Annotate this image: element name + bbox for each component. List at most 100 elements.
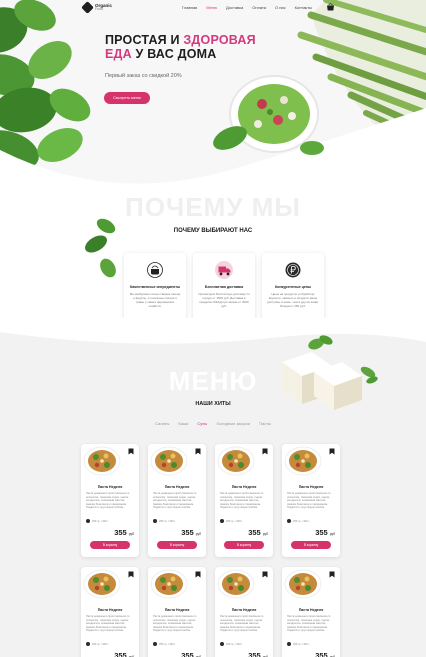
main-nav: Главная Меню Доставка Оплата О нас Конта… xyxy=(182,5,312,10)
ruble-coin-icon xyxy=(284,261,302,279)
feature-title: Конкурентные цены xyxy=(274,285,312,289)
hero-title: ПРОСТАЯ И ЗДОРОВАЯ ЕДА У ВАС ДОМА xyxy=(105,33,275,61)
product-name: Паста Неделя xyxy=(97,485,123,489)
product-weight: 250 гр. / 320 г. xyxy=(287,642,310,646)
nav-item-payment[interactable]: Оплата xyxy=(252,5,266,10)
price-value: 355 xyxy=(315,651,328,657)
shopping-bag-icon[interactable] xyxy=(326,3,335,11)
product-description: Паста домашнего приготовления со шпинато… xyxy=(86,615,130,632)
feature-text: Мы выбираем только свежие овощи и фрукты… xyxy=(129,292,181,309)
price-value: 355 xyxy=(248,651,261,657)
price-value: 355 xyxy=(315,528,328,537)
menu-background-word: МЕНЮ xyxy=(168,366,258,396)
product-card[interactable]: Паста Неделя Паста домашнего приготовлен… xyxy=(148,567,206,657)
tab-cold-starters[interactable]: Холодные закуски xyxy=(216,421,250,426)
hero-subtitle: Первый заказ со скидкой 20% xyxy=(105,73,182,79)
weight-text: 250 гр. / 320 г. xyxy=(293,642,310,646)
favorite-bookmark-icon[interactable] xyxy=(195,571,201,578)
price-currency: руб xyxy=(262,532,268,536)
product-weight: 250 гр. / 320 г. xyxy=(220,519,243,523)
tab-porridge[interactable]: Каши xyxy=(178,421,188,426)
weight-text: 250 гр. / 320 г. xyxy=(92,642,109,646)
product-card[interactable]: Паста Неделя Паста домашнего приготовлен… xyxy=(148,444,206,557)
feature-text: Цены на продукты и обработку вкусного, с… xyxy=(267,292,319,309)
salad-bowl-illustration xyxy=(213,75,324,155)
dish-image xyxy=(150,446,188,476)
brand-logo[interactable]: Organic Food xyxy=(81,1,112,14)
nav-item-menu[interactable]: Меню xyxy=(206,5,217,10)
product-weight: 250 гр. / 320 г. xyxy=(153,519,176,523)
product-card[interactable]: Паста Неделя Паста домашнего приготовлен… xyxy=(282,444,340,557)
weight-text: 250 гр. / 320 г. xyxy=(226,642,243,646)
weight-text: 250 гр. / 320 г. xyxy=(159,642,176,646)
nav-item-delivery[interactable]: Доставка xyxy=(226,5,243,10)
dish-image xyxy=(83,569,121,599)
weight-text: 250 гр. / 320 г. xyxy=(293,519,310,523)
price-currency: руб xyxy=(195,532,201,536)
product-card[interactable]: Паста Неделя Паста домашнего приготовлен… xyxy=(215,444,273,557)
product-description: Паста домашнего приготовления со шпинато… xyxy=(287,492,331,509)
favorite-bookmark-icon[interactable] xyxy=(262,571,268,578)
favorite-bookmark-icon[interactable] xyxy=(128,571,134,578)
product-weight: 250 гр. / 320 г. xyxy=(287,519,310,523)
product-card[interactable]: Паста Неделя Паста домашнего приготовлен… xyxy=(282,567,340,657)
price-currency: руб xyxy=(128,532,134,536)
feature-card-prices: Конкурентные цены Цены на продукты и обр… xyxy=(262,253,324,327)
feature-title: Качественные ингредиенты xyxy=(129,285,181,289)
product-price: 355 руб xyxy=(114,651,134,657)
product-price: 355 руб xyxy=(315,528,335,537)
price-value: 355 xyxy=(114,528,127,537)
dish-image xyxy=(83,446,121,476)
tab-salads[interactable]: Салаты xyxy=(155,421,169,426)
product-card[interactable]: Паста Неделя Паста домашнего приготовлен… xyxy=(81,444,139,557)
favorite-bookmark-icon[interactable] xyxy=(329,571,335,578)
nav-item-about[interactable]: О нас xyxy=(275,5,286,10)
product-card[interactable]: Паста Неделя Паста домашнего приготовлен… xyxy=(81,567,139,657)
favorite-bookmark-icon[interactable] xyxy=(128,448,134,455)
product-card[interactable]: Паста Неделя Паста домашнего приготовлен… xyxy=(215,567,273,657)
weight-text: 250 гр. / 320 г. xyxy=(92,519,109,523)
weight-icon xyxy=(220,519,224,523)
weight-text: 250 гр. / 320 г. xyxy=(226,519,243,523)
weight-icon xyxy=(287,642,291,646)
product-price: 355 руб xyxy=(248,528,268,537)
product-description: Паста домашнего приготовления со шпинато… xyxy=(220,615,264,632)
weight-icon xyxy=(287,519,291,523)
product-price: 355 руб xyxy=(248,651,268,657)
favorite-bookmark-icon[interactable] xyxy=(329,448,335,455)
feature-title: Бесплатная доставка xyxy=(204,285,244,289)
menu-title: НАШИ ХИТЫ xyxy=(195,401,231,407)
tab-pasta[interactable]: Пасты xyxy=(259,421,271,426)
product-price: 355 руб xyxy=(181,651,201,657)
favorite-bookmark-icon[interactable] xyxy=(195,448,201,455)
menu-category-tabs: Салаты Каши Супы Холодные закуски Пасты xyxy=(0,421,426,426)
favorite-bookmark-icon[interactable] xyxy=(262,448,268,455)
chef-pot-icon xyxy=(146,261,164,279)
tab-soups[interactable]: Супы xyxy=(197,421,207,426)
product-weight: 250 гр. / 320 г. xyxy=(86,642,109,646)
dish-image xyxy=(217,569,255,599)
landing-page: Organic Food Главная Меню Доставка Оплат… xyxy=(0,0,426,657)
add-to-cart-button[interactable]: В корзину xyxy=(157,541,197,549)
product-name: Паста Неделя xyxy=(231,485,257,489)
view-menu-button[interactable]: Смотреть меню xyxy=(104,92,150,104)
product-weight: 250 гр. / 320 г. xyxy=(220,642,243,646)
add-to-cart-button[interactable]: В корзину xyxy=(291,541,331,549)
hero-section: Organic Food Главная Меню Доставка Оплат… xyxy=(0,0,426,200)
product-price: 355 руб xyxy=(114,528,134,537)
hero-title-highlight1: ЗДОРОВАЯ xyxy=(183,33,256,47)
delivery-truck-icon xyxy=(215,261,233,279)
product-weight: 250 гр. / 320 г. xyxy=(86,519,109,523)
product-name: Паста Неделя xyxy=(298,608,324,612)
nav-item-home[interactable]: Главная xyxy=(182,5,197,10)
why-us-title: ПОЧЕМУ ВЫБИРАЮТ НАС xyxy=(173,228,253,234)
nav-item-contacts[interactable]: Контакты xyxy=(295,5,312,10)
add-to-cart-button[interactable]: В корзину xyxy=(90,541,130,549)
price-value: 355 xyxy=(114,651,127,657)
feature-text: Организуем бесплатную доставку по городу… xyxy=(198,292,250,309)
add-to-cart-button[interactable]: В корзину xyxy=(224,541,264,549)
product-description: Паста домашнего приготовления со шпинато… xyxy=(86,492,130,509)
weight-icon xyxy=(153,642,157,646)
product-weight: 250 гр. / 320 г. xyxy=(153,642,176,646)
dish-image xyxy=(150,569,188,599)
